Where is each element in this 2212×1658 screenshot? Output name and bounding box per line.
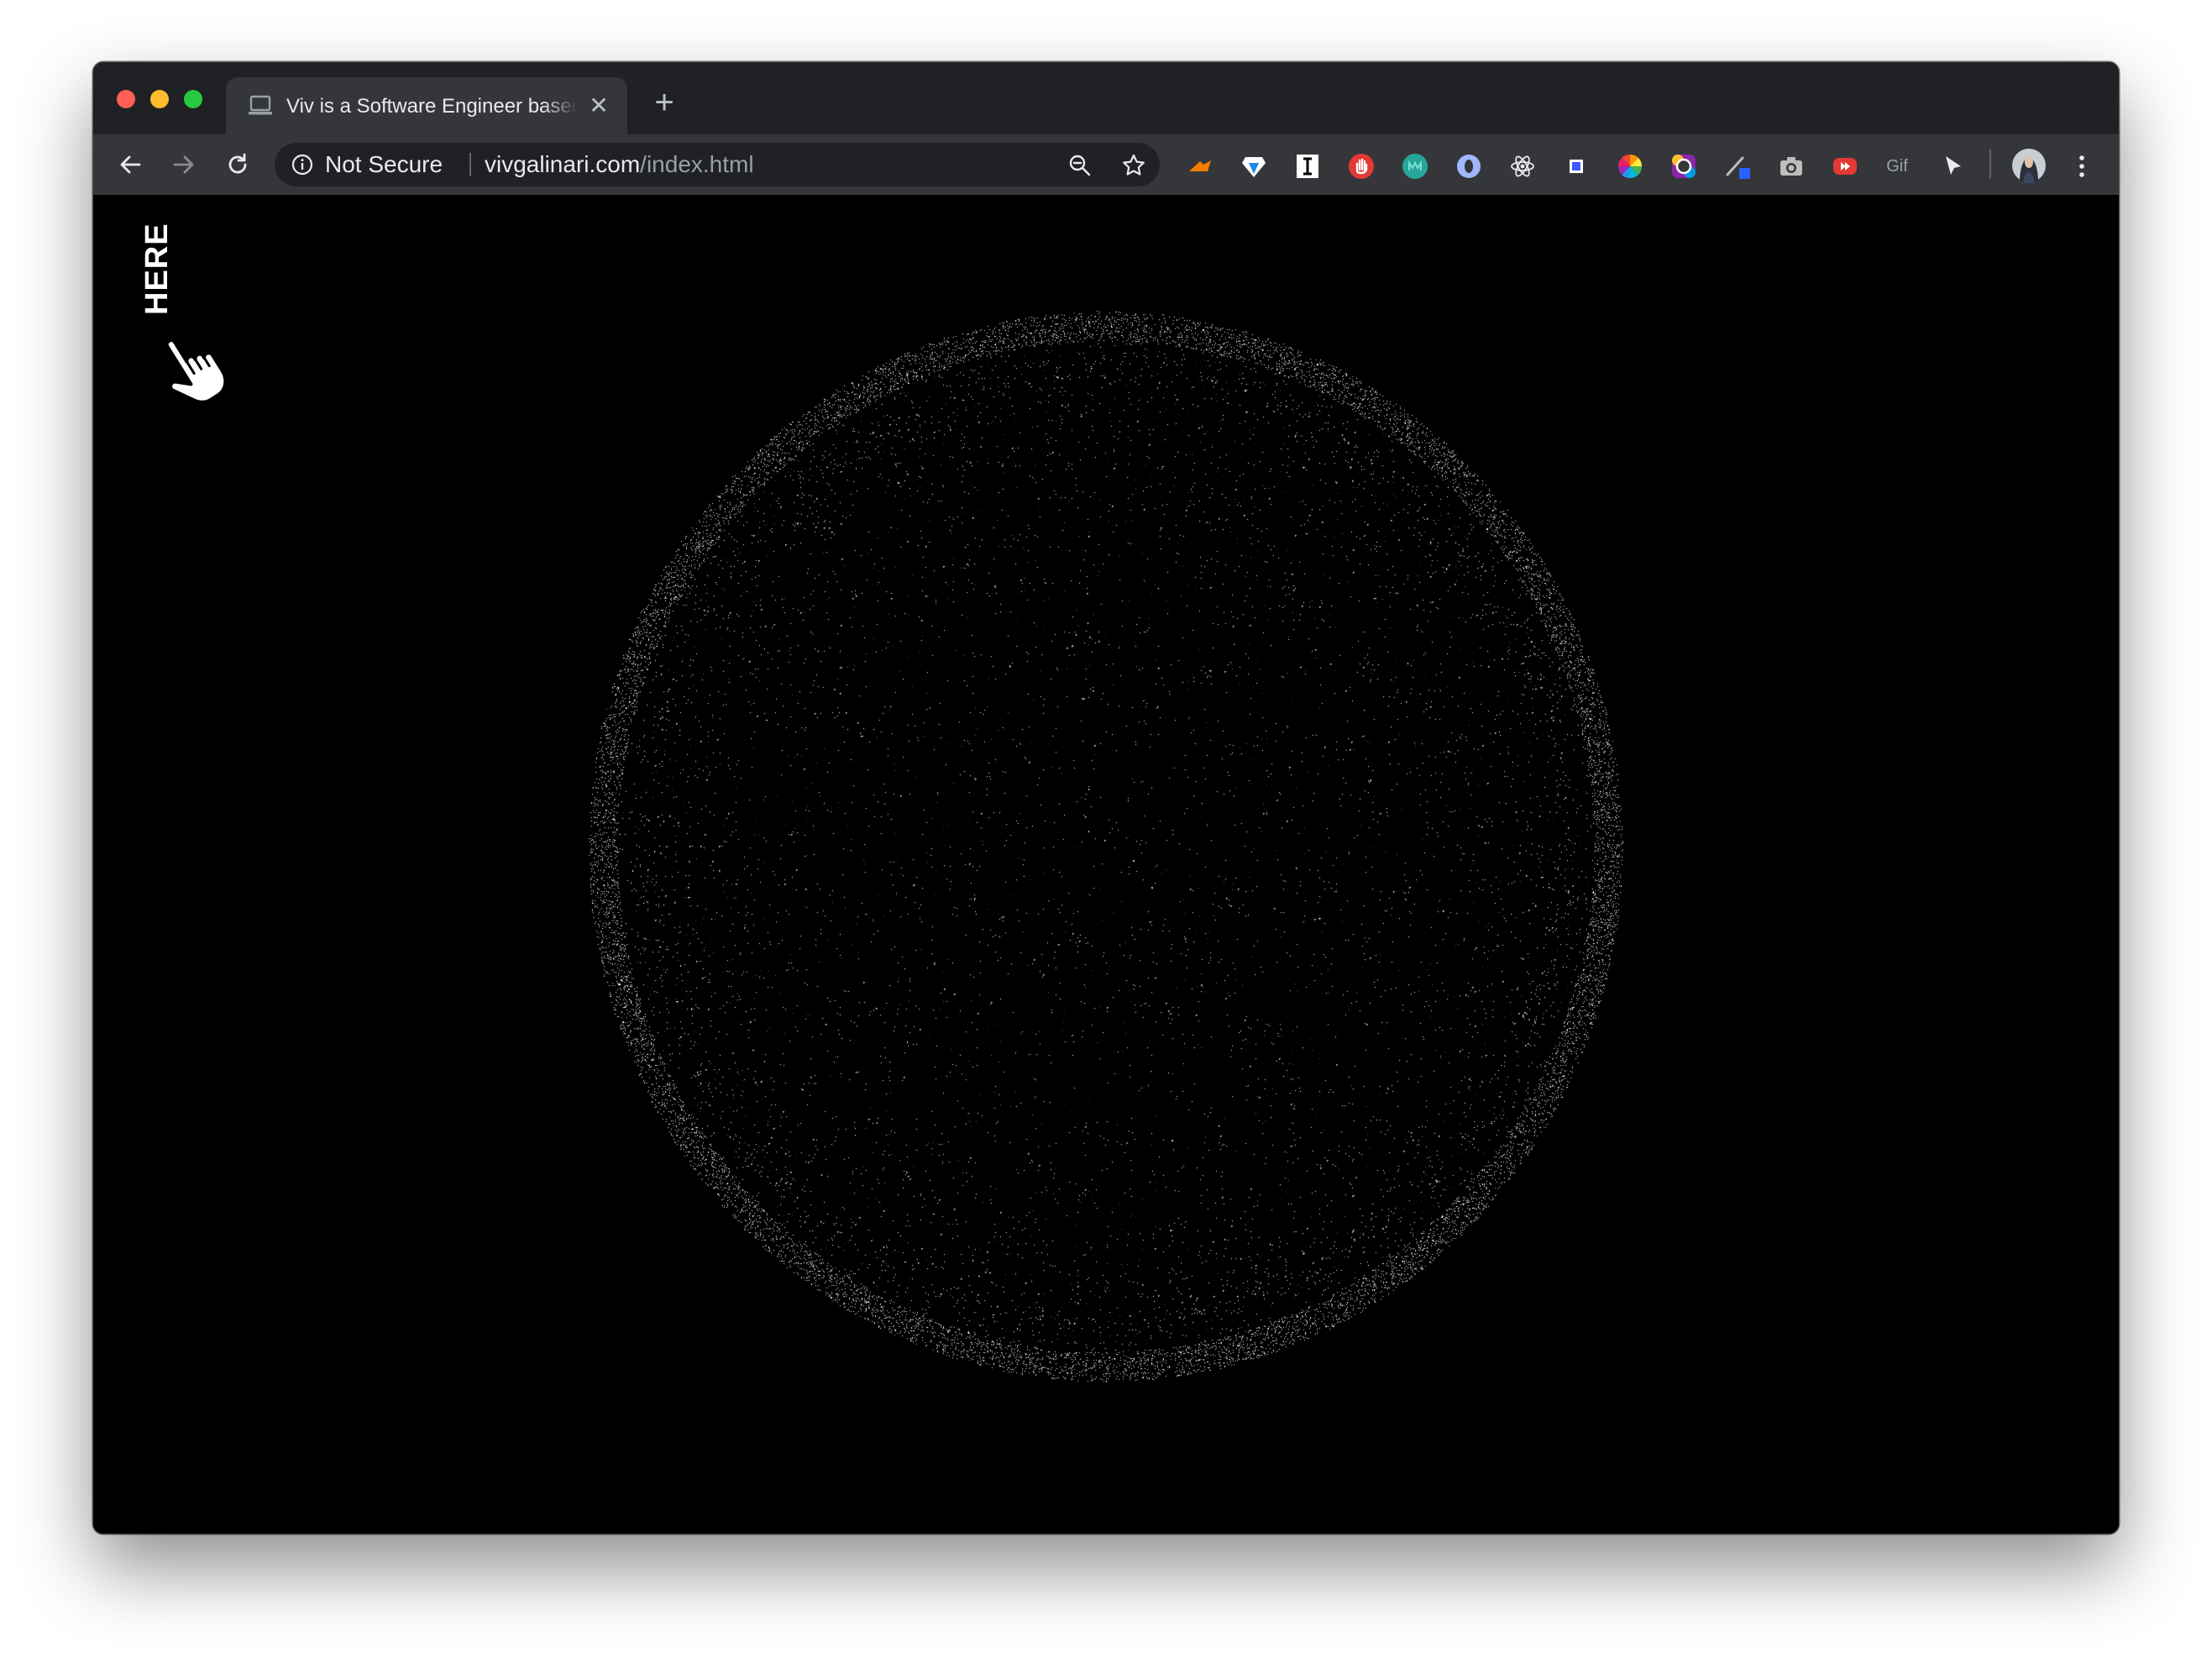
forward-arrow-icon[interactable] bbox=[167, 148, 201, 181]
laptop-icon bbox=[249, 95, 272, 115]
teal-m-extension-icon[interactable] bbox=[1402, 153, 1428, 180]
gif-extension-icon[interactable]: Gif bbox=[1879, 153, 1916, 180]
profile-avatar-icon[interactable] bbox=[2011, 148, 2047, 183]
particle-sphere[interactable] bbox=[93, 195, 2119, 1534]
security-label[interactable]: Not Secure bbox=[325, 152, 443, 177]
pointing-hand-icon[interactable] bbox=[147, 321, 239, 413]
orange-arrow-extension-icon[interactable] bbox=[1187, 153, 1213, 180]
browser-window: Viv is a Software Engineer based in Chic… bbox=[93, 62, 2119, 1534]
url-text[interactable]: vivgalinari.com/index.html bbox=[485, 152, 754, 177]
zoom-icon[interactable] bbox=[1067, 153, 1093, 178]
camera-extension-icon[interactable] bbox=[1778, 153, 1805, 180]
url-path: /index.html bbox=[640, 151, 754, 177]
url-host: vivgalinari.com bbox=[485, 151, 641, 177]
tab-title: Viv is a Software Engineer based in Chic… bbox=[286, 95, 577, 118]
page-content: HERE bbox=[93, 195, 2119, 1534]
bookmark-star-icon[interactable] bbox=[1121, 153, 1146, 178]
eyedropper-extension-icon[interactable] bbox=[1724, 153, 1751, 180]
toolbar-divider bbox=[1989, 150, 1991, 178]
ring-extension-icon[interactable] bbox=[1455, 153, 1482, 180]
square-extension-icon[interactable] bbox=[1563, 153, 1590, 180]
here-label[interactable]: HERE bbox=[139, 223, 175, 315]
color-wheel-extension-icon[interactable] bbox=[1617, 153, 1643, 180]
react-atom-extension-icon[interactable] bbox=[1509, 153, 1536, 180]
back-arrow-icon[interactable] bbox=[113, 148, 147, 181]
toolbar: Not Secure vivgalinari.com/index.html Gi… bbox=[93, 134, 2119, 195]
close-icon[interactable]: ✕ bbox=[587, 94, 611, 118]
info-icon[interactable] bbox=[291, 154, 313, 176]
tab-active[interactable]: Viv is a Software Engineer based in Chic… bbox=[226, 77, 627, 134]
omnibox-divider bbox=[469, 153, 471, 176]
red-hand-extension-icon[interactable] bbox=[1348, 153, 1375, 180]
zoom-window-button[interactable] bbox=[184, 90, 202, 108]
i-extension-icon[interactable] bbox=[1294, 153, 1321, 180]
diamond-extension-icon[interactable] bbox=[1240, 153, 1267, 180]
minimize-window-button[interactable] bbox=[150, 90, 169, 108]
cursor-extension-icon[interactable] bbox=[1939, 153, 1966, 180]
reload-icon[interactable] bbox=[221, 148, 254, 181]
rainbow-ring-extension-icon[interactable] bbox=[1670, 153, 1697, 180]
tab-strip: Viv is a Software Engineer based in Chic… bbox=[93, 62, 2119, 134]
address-bar[interactable]: Not Secure vivgalinari.com/index.html bbox=[275, 143, 1160, 186]
plus-icon[interactable]: + bbox=[647, 86, 681, 119]
close-window-button[interactable] bbox=[117, 90, 135, 108]
kebab-menu-icon[interactable] bbox=[2068, 153, 2095, 180]
red-play-extension-icon[interactable] bbox=[1832, 153, 1858, 180]
